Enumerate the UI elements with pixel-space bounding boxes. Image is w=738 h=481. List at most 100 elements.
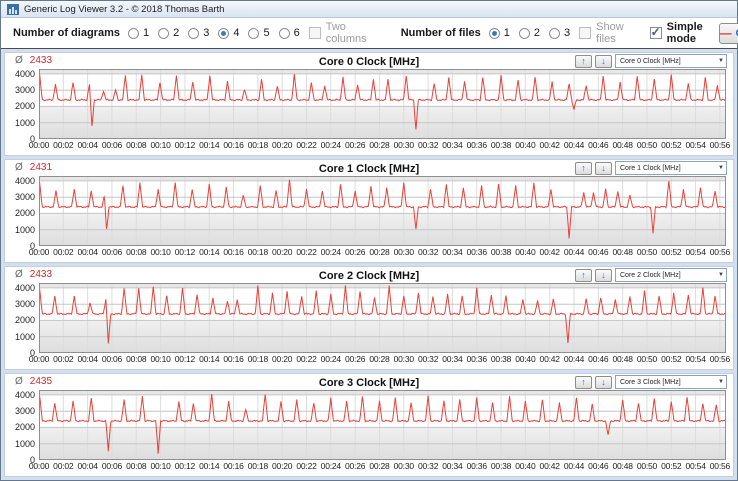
x-tick-label: 00:42 (539, 354, 560, 364)
x-tick-label: 00:40 (515, 140, 536, 150)
x-tick-label: 00:04 (77, 140, 98, 150)
x-tick-label: 00:40 (515, 461, 536, 471)
x-tick-label: 00:00 (28, 140, 50, 150)
diagrams-label: Number of diagrams (13, 27, 120, 39)
y-axis-labels: 4000 3000 2000 1000 0 (5, 69, 39, 144)
panel-move-up-button[interactable]: ↑ (575, 161, 592, 175)
x-tick-label: 00:02 (53, 354, 74, 364)
average-symbol: Ø (15, 269, 23, 280)
y-tick-label: 1000 (14, 331, 35, 342)
x-tick-label: 00:46 (588, 247, 609, 257)
average-symbol: Ø (15, 376, 23, 387)
diagram-count-radio-label: 3 (203, 27, 210, 39)
down-arrow-icon: ↓ (601, 269, 606, 280)
series-select[interactable]: Core 3 Clock [MHz] ▼ (615, 375, 727, 389)
x-tick-label: 00:28 (369, 461, 390, 471)
series-select-value: Core 1 Clock [MHz] (620, 164, 681, 172)
simple-mode-box[interactable]: ✓ (649, 25, 662, 39)
x-axis-labels: 00:00 00:02 00:04 00:06 00:08 00:10 00:12 00:14… (29, 246, 730, 259)
reset-refresh-button[interactable]: — ⟳ (718, 22, 738, 44)
diagram-count-radio-circle[interactable] (158, 27, 170, 39)
series-select[interactable]: Core 2 Clock [MHz] ▼ (615, 268, 727, 282)
panel-move-up-button[interactable]: ↑ (575, 268, 592, 282)
x-tick-label: 00:56 (709, 140, 731, 150)
chart-panel-core-0: Ø 2433 Core 0 Clock [MHz] ↑ ↓ Core 0 Cloc… (4, 52, 734, 156)
x-tick-label: 00:08 (126, 247, 147, 257)
series-select[interactable]: Core 1 Clock [MHz] ▼ (615, 161, 727, 175)
y-tick-label: 2000 (14, 101, 35, 112)
diagram-count-radio-1[interactable]: 1 (127, 27, 149, 39)
y-tick-label: 3000 (14, 192, 35, 203)
file-count-radio-2[interactable]: 2 (518, 27, 540, 39)
x-tick-label: 00:32 (417, 140, 439, 150)
up-arrow-icon: ↑ (581, 269, 586, 280)
panel-move-down-button[interactable]: ↓ (595, 54, 612, 68)
title-bar[interactable]: Generic Log Viewer 3.2 - © 2018 Thomas B… (1, 1, 737, 18)
x-tick-label: 00:12 (174, 461, 196, 471)
x-tick-label: 00:08 (126, 461, 147, 471)
panel-move-up-button[interactable]: ↑ (575, 54, 592, 68)
x-tick-label: 00:22 (296, 247, 317, 257)
show-files-box[interactable] (579, 27, 592, 39)
x-tick-label: 00:16 (223, 247, 244, 257)
x-tick-label: 00:40 (515, 247, 536, 257)
x-tick-label: 00:36 (466, 247, 487, 257)
x-tick-label: 00:36 (466, 461, 487, 471)
x-tick-label: 00:10 (150, 247, 171, 257)
x-tick-label: 00:30 (393, 461, 414, 471)
panel-move-up-button[interactable]: ↑ (575, 375, 592, 389)
panel-move-down-button[interactable]: ↓ (595, 268, 612, 282)
diagram-count-radio-circle[interactable] (127, 27, 139, 39)
diagram-count-radio-label: 6 (293, 27, 300, 39)
diagram-count-radio-5[interactable]: 5 (248, 27, 270, 39)
file-count-radio-1[interactable]: 1 (488, 27, 510, 39)
x-tick-label: 00:12 (174, 354, 196, 364)
x-tick-label: 00:48 (612, 247, 633, 257)
x-tick-label: 00:06 (101, 140, 123, 150)
x-tick-label: 00:28 (369, 354, 390, 364)
diagram-count-radio-circle[interactable] (278, 27, 290, 39)
x-tick-label: 00:14 (199, 461, 220, 471)
diagram-count-radio-2[interactable]: 2 (158, 27, 179, 39)
panel-move-down-button[interactable]: ↓ (595, 375, 612, 389)
x-axis-labels: 00:00 00:02 00:04 00:06 00:08 00:10 00:12 00:14… (29, 139, 730, 152)
x-tick-label: 00:08 (126, 140, 147, 150)
x-tick-label: 00:26 (345, 140, 366, 150)
simple-mode-checkbox[interactable]: ✓ Simple mode (649, 21, 703, 45)
average-value: 2435 (29, 376, 53, 387)
diagram-count-radio-circle[interactable] (188, 27, 200, 39)
x-tick-label: 00:34 (442, 354, 463, 364)
file-count-radio-circle[interactable] (518, 27, 530, 39)
diagram-count-radio-label: 2 (173, 27, 180, 39)
file-count-radio-circle[interactable] (488, 27, 500, 39)
file-count-radio-circle[interactable] (549, 27, 561, 39)
series-select-value: Core 2 Clock [MHz] (620, 271, 681, 279)
x-tick-label: 00:18 (247, 354, 268, 364)
two-columns-box[interactable] (308, 27, 321, 39)
series-select[interactable]: Core 0 Clock [MHz] ▼ (615, 54, 727, 68)
diagram-count-radio-3[interactable]: 3 (188, 27, 209, 39)
x-tick-label: 00:54 (685, 461, 706, 471)
y-tick-label: 2000 (14, 208, 35, 219)
diagram-count-radio-circle[interactable] (248, 27, 260, 39)
file-count-radio-3[interactable]: 3 (549, 27, 570, 39)
show-files-checkbox[interactable]: Show files (579, 21, 624, 45)
diagram-count-radio-circle[interactable] (218, 27, 230, 39)
diagram-count-radio-4[interactable]: 4 (218, 27, 239, 39)
two-columns-checkbox[interactable]: Two columns (308, 21, 367, 45)
diagram-count-radio-6[interactable]: 6 (278, 27, 300, 39)
file-count-radio-label: 1 (503, 27, 510, 39)
x-tick-label: 00:52 (661, 247, 682, 257)
diagram-count-options: 1 2 3 4 5 6 (127, 27, 309, 39)
x-tick-label: 00:04 (77, 461, 98, 471)
panel-move-down-button[interactable]: ↓ (595, 161, 612, 175)
average-value: 2431 (29, 162, 53, 173)
x-tick-label: 00:54 (685, 354, 706, 364)
x-tick-label: 00:14 (199, 354, 220, 364)
x-tick-label: 00:38 (490, 140, 512, 150)
minus-icon: — (719, 26, 732, 40)
y-axis-labels: 4000 3000 2000 1000 0 (5, 283, 39, 358)
x-tick-label: 00:30 (393, 140, 414, 150)
files-label: Number of files (400, 27, 481, 39)
toolbar: Number of diagrams 1 2 3 4 5 6 Two columns Nu… (1, 18, 738, 49)
